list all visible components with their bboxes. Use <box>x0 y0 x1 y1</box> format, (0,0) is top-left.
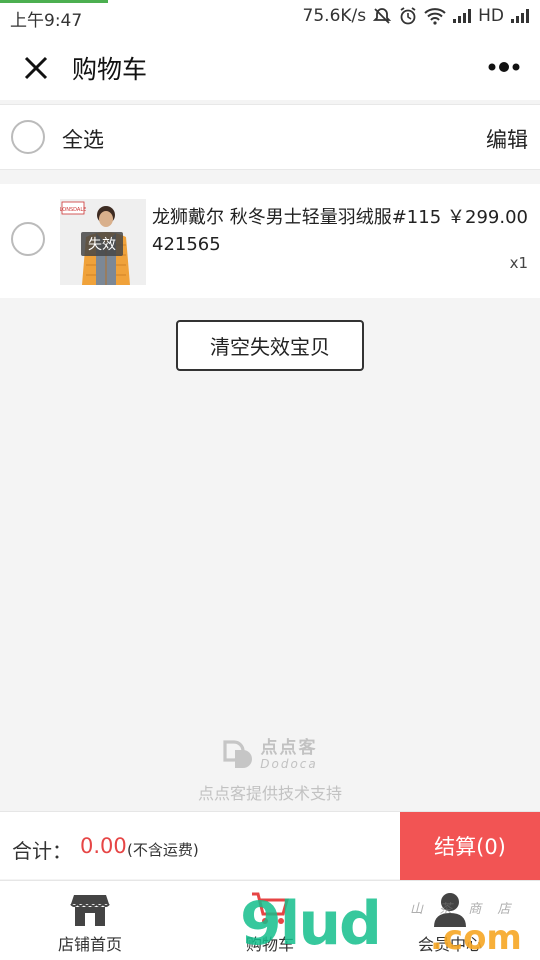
product-thumbnail[interactable]: LONSDALE 失效 <box>60 199 146 285</box>
product-price: ￥299.00 <box>447 207 528 228</box>
brand-logo-text: LONSDALE <box>60 207 86 213</box>
status-icons: 75.6K/s HD <box>303 6 530 26</box>
support-text: 点点客提供技术支持 <box>197 784 342 803</box>
tab-bar: 店铺首页 购物车 会员中心 <box>0 880 540 960</box>
total-label: 合计： <box>12 839 72 863</box>
more-options-icon[interactable] <box>486 56 522 78</box>
select-all-checkbox[interactable] <box>11 120 45 154</box>
signal-icon <box>452 8 472 24</box>
product-name[interactable]: 龙狮戴尔 秋冬男士轻量羽绒服#115421565 <box>152 204 442 258</box>
checkout-button[interactable]: 结算(0) <box>400 812 540 880</box>
logo-en: Dodoca <box>260 757 318 771</box>
clear-invalid-button[interactable]: 清空失效宝贝 <box>176 320 364 371</box>
logo-cn: 点点客 <box>260 738 318 758</box>
alarm-icon <box>398 6 418 26</box>
user-icon <box>430 891 470 927</box>
cart-icon <box>250 891 290 927</box>
edit-button[interactable]: 编辑 <box>486 124 528 154</box>
nav-bar: 购物车 <box>0 34 540 100</box>
store-icon <box>70 891 110 927</box>
tab-label-cart: 购物车 <box>245 935 294 954</box>
wifi-icon <box>424 7 446 25</box>
tab-label-member-center: 会员中心 <box>417 935 482 954</box>
tab-cart[interactable]: 购物车 <box>180 881 360 960</box>
signal-icon-2 <box>510 8 530 24</box>
hd-label: HD <box>478 6 504 26</box>
dodoca-logo-icon <box>222 738 254 774</box>
close-icon[interactable] <box>20 52 52 84</box>
tab-label-store-home: 店铺首页 <box>57 935 122 954</box>
page-title: 购物车 <box>72 55 148 84</box>
select-all-row: 全选 编辑 <box>0 104 540 170</box>
tab-store-home[interactable]: 店铺首页 <box>0 881 180 960</box>
mute-bell-icon <box>372 6 392 26</box>
tab-member-center[interactable]: 会员中心 <box>360 881 540 960</box>
select-all-label[interactable]: 全选 <box>62 124 104 154</box>
status-time: 上午9:47 <box>10 11 83 31</box>
total-amount: 0.00 <box>80 834 127 858</box>
item-checkbox[interactable] <box>11 222 45 256</box>
product-quantity: x1 <box>509 254 528 272</box>
shipping-note: (不含运费) <box>127 841 199 859</box>
powered-by: 点点客 Dodoca 点点客提供技术支持 <box>0 738 540 804</box>
status-bar: 上午9:47 75.6K/s HD <box>0 0 540 34</box>
page-load-progress <box>0 0 108 3</box>
network-speed: 75.6K/s <box>302 6 367 26</box>
checkout-bar: 合计： 0.00 (不含运费) 结算(0) <box>0 811 540 880</box>
invalid-badge: 失效 <box>81 232 123 256</box>
